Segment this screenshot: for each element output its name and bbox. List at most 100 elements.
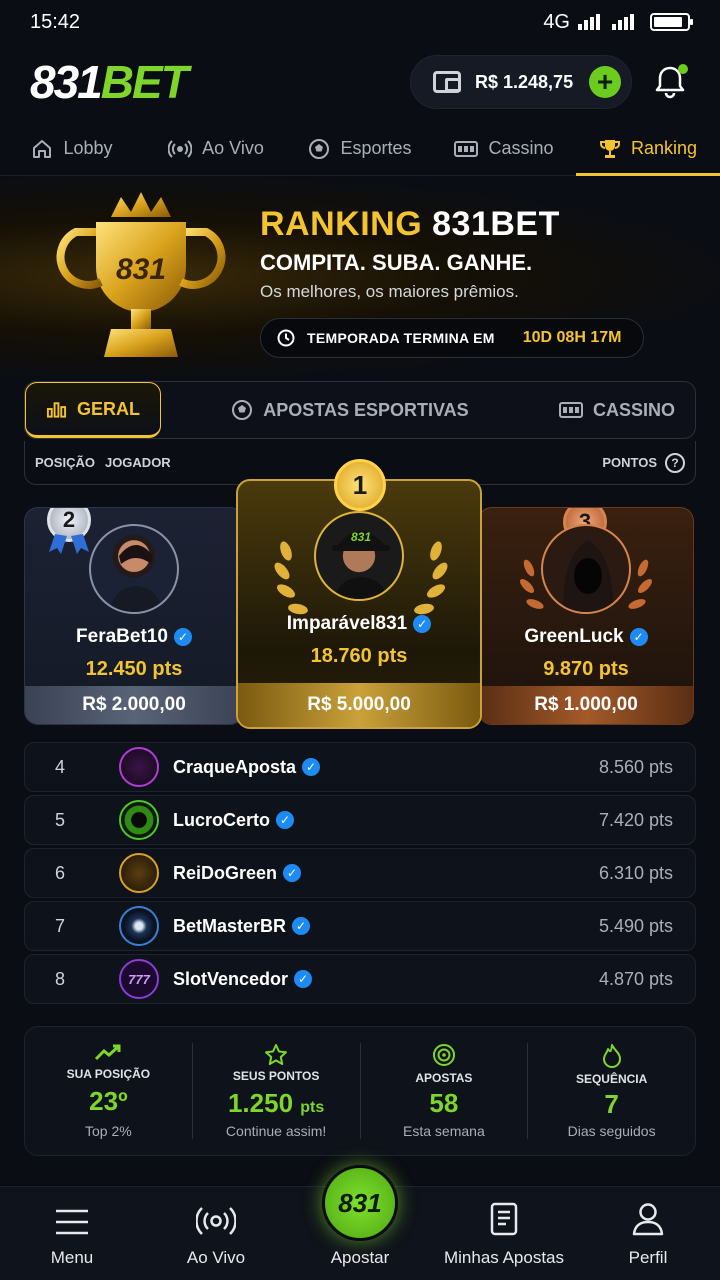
avatar xyxy=(541,524,631,614)
verified-icon: ✓ xyxy=(629,628,648,646)
user-stats: SUA POSIÇÃO 23º Top 2% SEUS PONTOS 1.250… xyxy=(24,1026,696,1156)
tab-geral[interactable]: GERAL xyxy=(25,382,161,438)
avatar xyxy=(119,853,159,893)
player-points: 6.310 pts xyxy=(598,862,673,883)
rank-position: 4 xyxy=(55,756,66,777)
rank-position: 6 xyxy=(55,862,66,883)
trophy-icon: 831 xyxy=(56,192,226,357)
wallet-balance: R$ 1.248,75 xyxy=(475,71,574,92)
stat-points: SEUS PONTOS 1.250 pts Continue assim! xyxy=(191,1043,360,1139)
podium-second[interactable]: 2 FeraBet10 ✓ 12.450 pts R$ 2.000,00 xyxy=(24,507,244,725)
prize-amount: R$ 5.000,00 xyxy=(238,683,480,727)
verified-icon: ✓ xyxy=(292,917,311,935)
player-name: ReiDoGreen xyxy=(173,862,278,883)
bet-button[interactable]: 831 xyxy=(322,1165,398,1241)
nav-ao-vivo[interactable]: Ao Vivo xyxy=(144,1187,288,1280)
tab-ranking[interactable]: Ranking xyxy=(576,122,720,176)
tab-cassino[interactable]: Cassino xyxy=(432,122,576,175)
list-item[interactable]: 5 LucroCerto ✓ 7.420 pts xyxy=(24,795,696,845)
wallet-button[interactable]: R$ 1.248,75 + xyxy=(410,55,632,109)
nav-perfil[interactable]: Perfil xyxy=(576,1187,720,1280)
tab-apostas-esportivas[interactable]: APOSTAS ESPORTIVAS xyxy=(161,382,539,438)
home-icon xyxy=(33,139,52,158)
soccer-ball-icon xyxy=(309,138,330,159)
stat-bets: APOSTAS 58 Esta semana xyxy=(359,1043,528,1139)
help-icon[interactable]: ? xyxy=(665,452,685,473)
rank-position: 7 xyxy=(55,915,66,936)
stat-streak: SEQUÊNCIA 7 Dias seguidos xyxy=(527,1043,695,1139)
verified-icon: ✓ xyxy=(294,970,313,988)
clock-icon xyxy=(277,329,295,347)
col-points: PONTOS xyxy=(602,455,657,470)
col-player: JOGADOR xyxy=(104,455,171,470)
rank-position: 5 xyxy=(55,809,66,830)
avatar xyxy=(119,747,159,787)
season-countdown: TEMPORADA TERMINA EM 10D 08H 17M xyxy=(260,318,645,358)
network-label: 4G xyxy=(543,10,570,33)
avatar: 777 xyxy=(119,959,159,999)
trophy-label: 831 xyxy=(116,253,166,286)
bottom-nav: Menu Ao Vivo 831 Apostar Minhas Apostas … xyxy=(0,1165,720,1280)
tab-cassino-ranking[interactable]: CASSINO xyxy=(539,382,695,438)
slot-machine-icon xyxy=(558,402,583,418)
bet-slip-icon xyxy=(490,1202,518,1236)
status-time: 15:42 xyxy=(30,10,81,33)
slot-machine-icon xyxy=(454,140,479,157)
target-icon xyxy=(432,1044,455,1066)
star-icon xyxy=(265,1044,288,1065)
notifications-button[interactable] xyxy=(650,62,690,102)
flame-icon xyxy=(602,1044,621,1068)
tab-ao-vivo[interactable]: Ao Vivo xyxy=(144,122,288,175)
player-name: LucroCerto xyxy=(173,809,271,830)
player-points: 18.760 pts xyxy=(310,645,408,667)
menu-icon xyxy=(56,1209,88,1235)
list-item[interactable]: 7 BetMasterBR ✓ 5.490 pts xyxy=(24,901,696,951)
list-item[interactable]: 4 CraqueAposta ✓ 8.560 pts xyxy=(24,742,696,792)
verified-icon: ✓ xyxy=(173,628,192,646)
player-points: 4.870 pts xyxy=(598,968,673,989)
logo[interactable]: 831BET xyxy=(30,55,189,109)
player-points: 8.560 pts xyxy=(598,756,673,777)
player-points: 9.870 pts xyxy=(543,658,629,680)
verified-icon: ✓ xyxy=(283,864,302,882)
signal-icon xyxy=(578,14,600,30)
prize-amount: R$ 1.000,00 xyxy=(479,686,693,724)
status-bar: 15:42 4G xyxy=(0,0,720,44)
app-header: 831BET R$ 1.248,75 + xyxy=(0,50,720,114)
avatar xyxy=(89,524,179,614)
stat-position: SUA POSIÇÃO 23º Top 2% xyxy=(25,1043,192,1139)
trending-up-icon xyxy=(95,1044,121,1061)
podium-third[interactable]: 3 GreenLuck ✓ 9.870 pts R$ 1.000,00 xyxy=(478,507,694,725)
tab-esportes[interactable]: Esportes xyxy=(288,122,432,175)
player-name: BetMasterBR xyxy=(173,915,287,936)
signal-icon-2 xyxy=(612,14,634,30)
hero-subtitle: COMPITA. SUBA. GANHE. xyxy=(260,250,533,275)
live-icon xyxy=(196,1207,236,1235)
live-icon xyxy=(168,139,193,158)
nav-minhas-apostas[interactable]: Minhas Apostas xyxy=(432,1187,576,1280)
list-item[interactable]: 8 777 SlotVencedor ✓ 4.870 pts xyxy=(24,954,696,1004)
soccer-ball-icon xyxy=(232,400,253,420)
avatar xyxy=(119,906,159,946)
player-name: CraqueAposta xyxy=(173,756,297,777)
avatar: 831 xyxy=(314,511,404,601)
trophy-icon xyxy=(599,139,620,158)
podium-first[interactable]: 1 831 Imparável831 ✓ 18.760 pts R$ 5.000… xyxy=(236,459,482,729)
player-points: 5.490 pts xyxy=(598,915,673,936)
col-position: POSIÇÃO xyxy=(35,455,95,470)
tab-lobby[interactable]: Lobby xyxy=(0,122,144,175)
player-points: 7.420 pts xyxy=(598,809,673,830)
list-item[interactable]: 6 ReiDoGreen ✓ 6.310 pts xyxy=(24,848,696,898)
avatar xyxy=(119,800,159,840)
nav-menu[interactable]: Menu xyxy=(0,1187,144,1280)
rank-position: 8 xyxy=(55,968,66,989)
ribbon-icon xyxy=(49,534,89,554)
gold-medal-icon: 1 xyxy=(334,459,386,511)
deposit-button[interactable]: + xyxy=(589,66,621,98)
player-points: 12.450 pts xyxy=(85,658,183,680)
nav-apostar[interactable]: 831 Apostar xyxy=(288,1165,432,1280)
wallet-icon xyxy=(433,71,461,93)
main-nav: Lobby Ao Vivo Esportes Cassino Ranking xyxy=(0,122,720,176)
hero-title: RANKING 831BET xyxy=(260,205,560,243)
verified-icon: ✓ xyxy=(276,811,295,829)
